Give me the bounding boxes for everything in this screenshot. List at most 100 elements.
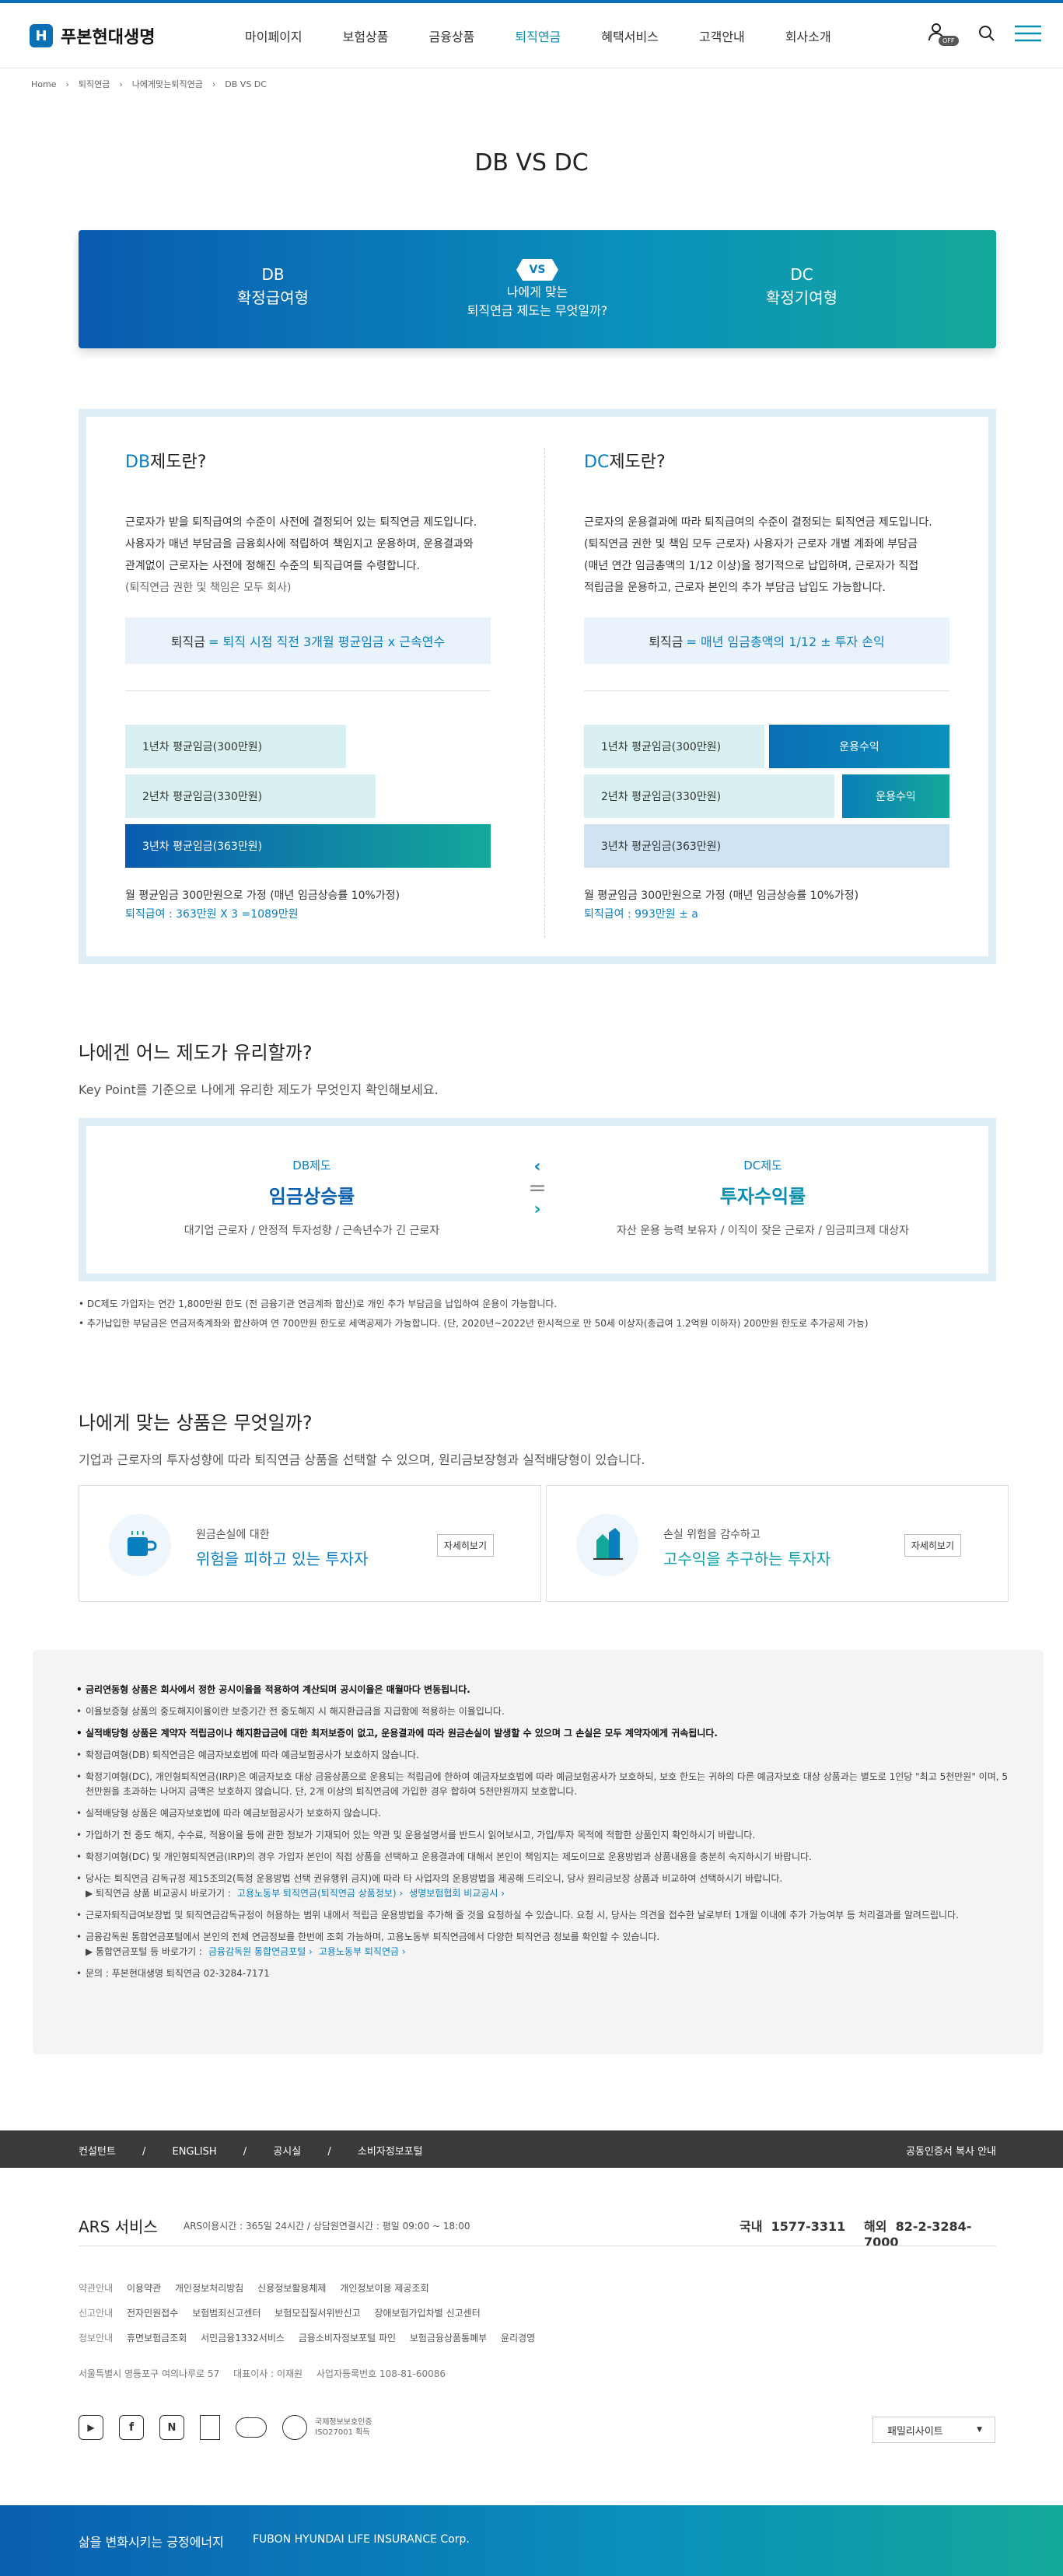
- notice-text: 문의 : 푸본현대생명 퇴직연금 02-3284-7171: [86, 1968, 270, 1979]
- breadcrumb-current: DB VS DC: [225, 79, 267, 89]
- keypoint-dc-desc: 자산 운용 능력 보유자 / 이직이 잦은 근로자 / 임금피크제 대상자: [617, 1225, 909, 1237]
- user-login-icon[interactable]: OFF: [928, 22, 959, 48]
- breadcrumb-pension[interactable]: 퇴직연금: [79, 78, 110, 90]
- dc-formula: 퇴직금 = 매년 임금총액의 1/12 ± 투자 손익: [584, 617, 949, 664]
- product-card-safe[interactable]: 원금손실에 대한 위험을 피하고 있는 투자자 자세히보기: [79, 1485, 541, 1602]
- nav-mypage[interactable]: 마이페이지: [245, 26, 302, 45]
- keypoint-dc-label: DC제도: [743, 1159, 782, 1173]
- notice-list: 금리연동형 상품은 회사에서 정한 공시이율을 적용하여 계산되며 공시이율은 …: [76, 1683, 1009, 1988]
- footer-link[interactable]: 전자민원접수: [127, 2308, 178, 2319]
- footer-row-label: 약관안내: [79, 2283, 114, 2294]
- notice-text: 실적배당형 상품은 예금자보호법에 따라 예금보험공사가 보호하지 않습니다.: [86, 1808, 381, 1819]
- footer-link-consumer[interactable]: 소비자정보포털: [358, 2146, 423, 2158]
- tab-db-en: DB: [261, 265, 285, 284]
- cert-text: 국제정보보호인증 ISO27001 획득: [315, 2417, 372, 2438]
- notice-link[interactable]: 금융감독원 통합연금포털 ›: [208, 1946, 313, 1957]
- nav-pension[interactable]: 퇴직연금: [515, 26, 561, 45]
- footer-link[interactable]: 휴면보험금조회: [127, 2333, 187, 2344]
- naver-blog-icon[interactable]: N: [159, 2415, 184, 2440]
- login-status-badge: OFF: [939, 36, 959, 46]
- breadcrumb-my-pension[interactable]: 나에게맞는퇴직연금: [132, 78, 203, 90]
- keypoint-dc: DC제도 투자수익률 자산 운용 능력 보유자 / 이직이 잦은 근로자 / 임…: [576, 1157, 949, 1238]
- footer-link-disclosure[interactable]: 공시실: [273, 2146, 301, 2158]
- dc-desc-line: (퇴직연금 권한 및 책임 모두 근로자) 사용자가 근로자 개별 계좌에 부담…: [584, 538, 918, 551]
- notice-box: 금리연동형 상품은 회사에서 정한 공시이율을 적용하여 계산되며 공시이율은 …: [33, 1650, 1044, 2054]
- notice-text: 확정기여형(DC), 개인형퇴직연금(IRP)은 예금자보호 대상 금융상품으로…: [86, 1771, 1009, 1797]
- footer-link[interactable]: 윤리경영: [501, 2333, 535, 2344]
- cert-line: 국제정보보호인증: [315, 2418, 372, 2427]
- nav-company[interactable]: 회사소개: [785, 26, 831, 45]
- db-desc-line: (퇴직연금 권한 및 책임은 모두 회사): [125, 582, 292, 594]
- footer-link[interactable]: 신용정보활용체제: [257, 2283, 326, 2294]
- sns-links: ▶ f N 국제정보보호인증 ISO27001 획득: [79, 2415, 372, 2440]
- breadcrumb-home[interactable]: Home: [31, 79, 56, 89]
- notice-item: 근로자퇴직급여보장법 및 퇴직연금감독규정이 허용하는 범위 내에서 적립금 운…: [76, 1908, 1009, 1923]
- footer-link[interactable]: 보험금융상품통폐부: [410, 2333, 487, 2344]
- dc-formula-expr: = 매년 임금총액의 1/12 ± 투자 손익: [686, 634, 885, 649]
- search-icon[interactable]: [977, 24, 996, 46]
- notice-text: 금융감독원 통합연금포털에서 본인의 전체 연금정보를 한번에 조회 가능하며,…: [86, 1931, 660, 1942]
- footer-link[interactable]: 장애보험가입차별 신고센터: [374, 2308, 480, 2319]
- youtube-icon[interactable]: ▶: [79, 2415, 103, 2440]
- notice-item: 문의 : 푸본현대생명 퇴직연금 02-3284-7171: [76, 1966, 1009, 1981]
- footer-slogan-bar: 삶을 변화시키는 긍정에너지 FUBON HYUNDAI LIFE INSURA…: [0, 2505, 1063, 2576]
- db-bar-year2: 2년차 평균임금(330만원): [125, 774, 376, 818]
- footer-link-consultant[interactable]: 컨설턴트: [79, 2146, 116, 2158]
- notice-text: 가입하기 전 중도 해지, 수수료, 적용이율 등에 관한 정보가 기재되어 있…: [86, 1830, 756, 1840]
- dc-note-assumption: 월 평균임금 300만원으로 가정 (매년 임금상승률 10%가정): [584, 890, 859, 902]
- nav-customer[interactable]: 고객안내: [699, 26, 745, 45]
- bullet-text: DC제도 가입자는 연간 1,800만원 한도 (전 금융기관 연금계좌 합산)…: [86, 1298, 558, 1309]
- nav-finance[interactable]: 금융상품: [429, 26, 475, 45]
- dc-bar-year2: 2년차 평균임금(330만원): [584, 774, 834, 818]
- footer-link[interactable]: 이용약관: [127, 2283, 161, 2294]
- product-growth-headline: 고수익을 추구하는 투자자: [663, 1550, 831, 1568]
- db-desc-line: 사용자가 매년 부담금을 금융회사에 적립하여 책임지고 운용하며, 운용결과와: [125, 538, 474, 551]
- divider: [584, 690, 949, 691]
- footer-link[interactable]: 서민금융1332서비스: [201, 2333, 285, 2344]
- notice-link[interactable]: 고용노동부 퇴직연금(퇴직연금 상품정보) ›: [237, 1888, 403, 1899]
- footer-link[interactable]: 개인정보이용 제공조회: [340, 2283, 428, 2294]
- product-growth-caption: 손실 위험을 감수하고: [663, 1529, 761, 1541]
- company-bizno: 사업자등록번호 108-81-60086: [316, 2368, 446, 2379]
- family-site-select[interactable]: 패밀리사이트 ▼: [872, 2417, 995, 2443]
- footer-link[interactable]: 보험범죄신고센터: [192, 2308, 261, 2319]
- footer-link[interactable]: 보험모집질서위반신고: [274, 2308, 360, 2319]
- separator: /: [142, 2146, 146, 2158]
- nav-benefits[interactable]: 혜택서비스: [601, 26, 659, 45]
- notice-link[interactable]: 고용노동부 퇴직연금 ›: [319, 1946, 406, 1957]
- footer-link[interactable]: 개인정보처리방침: [175, 2283, 243, 2294]
- notice-link[interactable]: 생명보험협회 비교공시 ›: [409, 1888, 505, 1899]
- footer-row-terms: 약관안내 이용약관 개인정보처리방침 신용정보활용체제 개인정보이용 제공조회: [79, 2281, 440, 2295]
- dc-note-result: 퇴직급여 : 993만원 ± a: [584, 908, 698, 921]
- dc-return-bar-1: 운용수익: [769, 725, 949, 768]
- facebook-icon[interactable]: f: [119, 2415, 144, 2440]
- brand-logo[interactable]: H 푸본현대생명: [30, 23, 155, 48]
- certificate-copy-link[interactable]: 공동인증서 복사 안내: [906, 2143, 996, 2158]
- dc-desc-line: 근로자의 운용결과에 따라 퇴직급여의 수준이 결정되는 퇴직연금 제도입니다.: [584, 516, 932, 529]
- footer-row-info: 정보안내 휴면보험금조회 서민금융1332서비스 금융소비자정보포털 파인 보험…: [79, 2331, 546, 2344]
- notice-link-prefix: ▶ 통합연금포털 등 바로가기 :: [86, 1946, 202, 1957]
- chevron-right-icon: ›: [533, 1200, 541, 1219]
- dc-title-suffix: 제도란?: [609, 453, 666, 472]
- product-card-growth[interactable]: 손실 위험을 감수하고 고수익을 추구하는 투자자 자세히보기: [546, 1485, 1009, 1602]
- detail-button[interactable]: 자세히보기: [904, 1534, 961, 1557]
- footer-link[interactable]: 금융소비자정보포털 파인: [299, 2333, 396, 2344]
- dc-desc-line: (매년 연간 임금총액의 1/12 이상)을 정기적으로 납입하며, 근로자가 …: [584, 560, 919, 572]
- notice-link-prefix: ▶ 퇴직연금 상품 비교공시 바로가기 :: [86, 1888, 231, 1899]
- breadcrumb: Home › 퇴직연금 › 나에게맞는퇴직연금 › DB VS DC: [31, 78, 276, 90]
- dc-title-acronym: DC: [584, 453, 610, 472]
- nav-insurance[interactable]: 보험상품: [343, 26, 389, 45]
- dc-column: DC제도란? 근로자의 운용결과에 따라 퇴직급여의 수준이 결정되는 퇴직연금…: [584, 448, 949, 691]
- keypoint-compare: ‹ = ›: [528, 1157, 547, 1219]
- footer-top-bar: 컨설턴트 / ENGLISH / 공시실 / 소비자정보포털 공동인증서 복사 …: [0, 2130, 1063, 2168]
- detail-button[interactable]: 자세히보기: [436, 1534, 494, 1557]
- menu-icon[interactable]: [1015, 25, 1041, 45]
- tab-db[interactable]: DB 확정급여형: [156, 263, 390, 309]
- notice-text: 이율보증형 상품의 중도해지이율이란 보증기간 전 중도해지 시 해지환급금을 …: [86, 1706, 505, 1717]
- tab-dc[interactable]: DC 확정기여형: [685, 263, 918, 309]
- ars-hours: ARS이용시간 : 365일 24시간 / 상담원연결시간 : 평일 09:00…: [184, 2221, 470, 2232]
- notice-item: 이율보증형 상품의 중도해지이율이란 보증기간 전 중도해지 시 해지환급금을 …: [76, 1704, 1009, 1719]
- footer-link-english[interactable]: ENGLISH: [173, 2146, 217, 2158]
- notice-item: 당사는 퇴직연금 감독규정 제15조의2(특정 운용방법 선택 권유행위 금지)…: [76, 1872, 1009, 1901]
- certification-mark-icon: [236, 2417, 267, 2438]
